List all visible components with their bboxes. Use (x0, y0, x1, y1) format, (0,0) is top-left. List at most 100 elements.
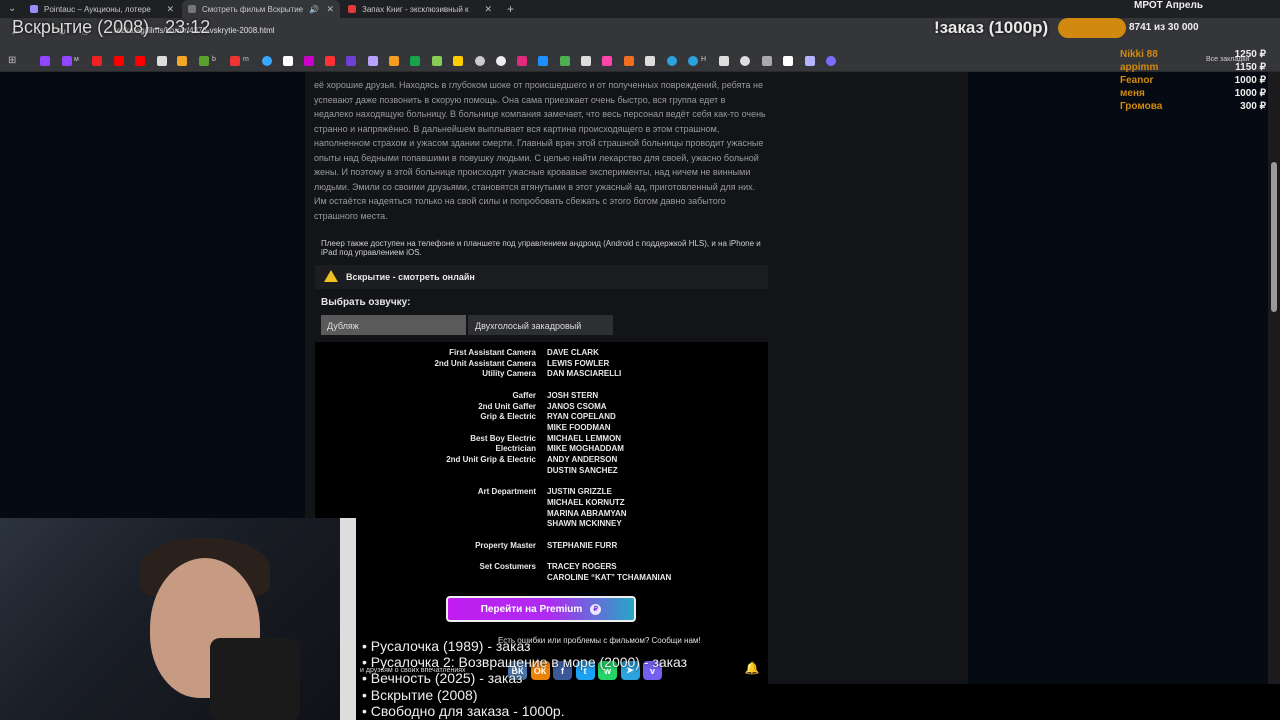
tab-title: Смотреть фильм Вскрытие (202, 4, 304, 14)
bookmark-icon[interactable] (304, 56, 314, 66)
credit-name: MIKE FOODMAN (547, 422, 611, 432)
bookmark-icon[interactable] (496, 56, 506, 66)
donor-name: appimm (1120, 62, 1159, 73)
bookmark-label[interactable]: b (212, 56, 216, 63)
tab-rezka[interactable]: Смотреть фильм Вскрытие 🔊 ✕ (182, 0, 340, 18)
credit-name: CAROLINE “KAT” TCHAMANIAN (547, 572, 672, 582)
donor-amount: 1000 ₽ (1234, 88, 1266, 99)
bookmark-icon[interactable] (410, 56, 420, 66)
tab-pointauc[interactable]: Pointauc – Аукционы, лотере ✕ (24, 0, 180, 18)
bookmark-icon[interactable] (624, 56, 634, 66)
credit-role: First Assistant Camera (449, 348, 536, 357)
bookmark-icon[interactable] (602, 56, 612, 66)
bookmark-icon[interactable] (230, 56, 240, 66)
queue-item: • Вечность (2025) - заказ (362, 670, 523, 687)
credit-name: TRACEY ROGERS (547, 562, 617, 571)
donor-name: меня (1120, 88, 1145, 99)
bookmark-icon[interactable] (157, 56, 167, 66)
credit-name: DUSTIN SANCHEZ (547, 465, 618, 475)
bookmark-icon[interactable] (475, 56, 485, 66)
credit-name: MICHAEL LEMMON (547, 433, 622, 443)
browser-tab-strip: ⌄ Pointauc – Аукционы, лотере ✕ Смотреть… (0, 0, 1280, 18)
scrollbar-thumb[interactable] (1271, 162, 1277, 312)
bookmark-icon[interactable] (805, 56, 815, 66)
video-player[interactable]: First Assistant Camera DAVE CLARK 2nd Unit… (315, 342, 768, 684)
notification-bell-icon[interactable]: 🔔 (740, 661, 764, 681)
close-tab-icon[interactable]: ✕ (166, 4, 174, 15)
bookmark-icon[interactable] (645, 56, 655, 66)
bookmark-icon[interactable] (199, 56, 209, 66)
tab-zapah-knig[interactable]: Запах Книг - эксклюзивный к ✕ (342, 0, 498, 18)
voice-option-two-voice[interactable]: Двухголосый закадровый (468, 315, 613, 335)
bookmark-icon[interactable] (432, 56, 442, 66)
telegram-bookmark-icon[interactable] (688, 56, 698, 66)
bookmark-label[interactable]: м (74, 56, 79, 63)
bookmark-icon[interactable] (262, 56, 272, 66)
bookmark-icon[interactable] (762, 56, 772, 66)
donor-name: Feanor (1120, 75, 1154, 86)
watch-online-header: Вскрытие - смотреть онлайн (315, 265, 768, 289)
credit-name: MARINA ABRAMYAN (547, 508, 627, 518)
warning-icon (324, 270, 338, 282)
credit-role: Gaffer (512, 390, 536, 400)
voice-option-dub[interactable]: Дубляж (321, 315, 466, 335)
bookmark-icon[interactable] (283, 56, 293, 66)
youtube-bookmark-icon[interactable] (135, 56, 145, 66)
credit-name: MICHAEL KORNUTZ (547, 497, 625, 507)
goal-title: МРОТ Апрель (1134, 0, 1203, 11)
zapah-knig-favicon-icon (348, 5, 356, 13)
premium-button[interactable]: Перейти на Premium ₽ (446, 596, 636, 622)
bookmark-label[interactable]: H (701, 56, 706, 63)
credit-role: Property Master (475, 540, 536, 550)
twitch-bookmark-icon[interactable] (62, 56, 72, 66)
credit-role: Set Costumers (479, 562, 536, 571)
credit-role: Utility Camera (482, 369, 536, 379)
credit-role: 2nd Unit Grip & Electric (446, 455, 536, 464)
bookmark-icon[interactable] (740, 56, 750, 66)
close-tab-icon[interactable]: ✕ (326, 4, 334, 15)
close-tab-icon[interactable]: ✕ (484, 4, 492, 15)
credit-name: MIKE MOGHADDAM (547, 444, 624, 454)
credit-name: JUSTIN GRIZZLE (547, 487, 612, 497)
queue-item: • Русалочка (1989) - заказ (362, 638, 531, 654)
tab-search-icon[interactable]: ⌄ (8, 3, 16, 14)
player-availability-note: Плеер также доступен на телефоне и планш… (321, 239, 761, 257)
bookmark-icon[interactable] (517, 56, 527, 66)
bookmark-icon[interactable] (453, 56, 463, 66)
bookmark-icon[interactable] (826, 56, 836, 66)
voice-select-label: Выбрать озвучку: (321, 297, 411, 308)
webcam-border (340, 518, 356, 720)
credit-name: JOSH STERN (547, 390, 599, 400)
mail-bookmark-icon[interactable] (177, 56, 187, 66)
donor-amount: 1000 ₽ (1234, 75, 1266, 86)
bookmark-icon[interactable] (581, 56, 591, 66)
telegram-bookmark-icon[interactable] (667, 56, 677, 66)
page-scrollbar[interactable] (1268, 72, 1280, 684)
microphone (210, 638, 300, 720)
goal-progress-pill (1058, 18, 1126, 38)
bookmark-icon[interactable] (560, 56, 570, 66)
credit-name: DAN MASCIARELLI (547, 369, 622, 379)
bookmark-icon[interactable] (783, 56, 793, 66)
bookmark-icon[interactable] (325, 56, 335, 66)
bookmark-icon[interactable] (368, 56, 378, 66)
credit-role: Grip & Electric (480, 412, 536, 422)
bookmark-icon[interactable] (719, 56, 729, 66)
rezka-favicon-icon (188, 5, 196, 13)
credit-name: RYAN COPELAND (547, 412, 616, 422)
bookmark-icon[interactable] (389, 56, 399, 66)
bookmark-icon[interactable] (346, 56, 356, 66)
bookmark-label[interactable]: m (243, 56, 249, 63)
credit-name: LEWIS FOWLER (547, 358, 610, 368)
new-tab-icon[interactable]: + (507, 2, 514, 16)
credit-name: SHAWN MCKINNEY (547, 519, 622, 529)
credit-name: ANDY ANDERSON (547, 455, 618, 464)
audio-playing-icon[interactable]: 🔊 (309, 5, 319, 14)
bookmark-icon[interactable] (538, 56, 548, 66)
donor-amount: 300 ₽ (1240, 101, 1266, 112)
donor-name: Nikki 88 (1120, 49, 1158, 60)
live-bookmark-icon[interactable] (92, 56, 102, 66)
youtube-bookmark-icon[interactable] (114, 56, 124, 66)
twitch-bookmark-icon[interactable] (40, 56, 50, 66)
apps-grid-icon[interactable]: ⊞ (8, 55, 16, 66)
